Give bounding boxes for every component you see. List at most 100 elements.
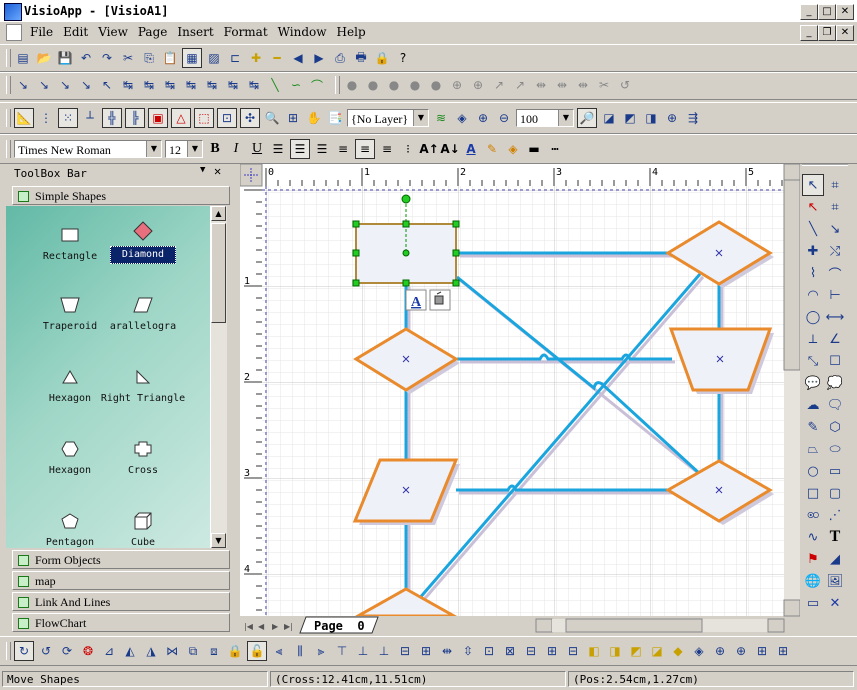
help-icon[interactable]: ? — [394, 49, 412, 67]
resize-handle[interactable] — [452, 249, 460, 257]
line-pattern-icon[interactable]: ┅ — [546, 140, 564, 158]
fill-color-icon[interactable]: ◈ — [504, 140, 522, 158]
trapezoid-tool-icon[interactable]: ⏢ — [802, 438, 824, 460]
layer-combo[interactable]: {No Layer} ▼ — [347, 109, 429, 127]
toolbar-grip[interactable] — [6, 76, 11, 94]
next-page-icon[interactable]: ▶ — [272, 622, 279, 631]
order-3-icon[interactable]: ⊕ — [711, 642, 729, 660]
shape-parallelogram[interactable]: arallelogra — [98, 292, 188, 333]
rotate-handle[interactable] — [401, 194, 411, 204]
prev-page-icon[interactable]: ◀ — [258, 622, 265, 631]
order-5-icon[interactable]: ⊞ — [753, 642, 771, 660]
text-tool-icon[interactable]: T — [824, 526, 846, 548]
align-right-icon[interactable]: ☰ — [313, 140, 331, 158]
connector-3-icon[interactable]: ↘ — [56, 76, 74, 94]
same-size-icon[interactable]: ⊟ — [522, 642, 540, 660]
connect-point-icon[interactable]: ✣ — [240, 108, 260, 128]
zoom-width-icon[interactable]: ◩ — [621, 109, 639, 127]
align-left-icon[interactable]: ☰ — [269, 140, 287, 158]
drawing-canvas[interactable]: 012345 1234 A |◀ ◀ ▶ ▶| Page 0 — [240, 164, 800, 634]
pointer-icon[interactable]: ↖ — [802, 174, 824, 196]
menu-window[interactable]: Window — [278, 25, 327, 39]
measure-icon[interactable]: ⊢ — [824, 284, 846, 306]
delete-icon[interactable]: ✕ — [824, 592, 846, 614]
cloud-icon[interactable]: ☁ — [802, 394, 824, 416]
spiral-icon[interactable]: ꩧ — [802, 504, 824, 526]
new-icon[interactable]: ▤ — [14, 49, 32, 67]
ellipse-tool-icon[interactable]: ◯ — [802, 306, 824, 328]
send-back-icon[interactable]: ◨ — [606, 642, 624, 660]
properties-icon[interactable]: 📑 — [326, 109, 344, 127]
send-backward-icon[interactable]: ◪ — [648, 642, 666, 660]
ruler-toggle-icon[interactable]: ⊞ — [284, 109, 302, 127]
frame-icon[interactable]: ▭ — [802, 592, 824, 614]
shape-diamond[interactable]: Diamond — [98, 218, 188, 264]
align-top-icon[interactable]: ≡ — [334, 140, 352, 158]
vdimension-icon[interactable]: ⟂ — [802, 328, 824, 350]
layers-icon[interactable]: ≋ — [432, 109, 450, 127]
line-style-icon[interactable]: ◢ — [824, 548, 846, 570]
shape-cube[interactable]: Cube — [98, 508, 188, 548]
chevron-down-icon[interactable]: ▼ — [146, 141, 161, 157]
group-2-icon[interactable]: ● — [364, 76, 382, 94]
edit-icon[interactable]: ✎ — [802, 416, 824, 438]
same-height-icon[interactable]: ⊠ — [501, 642, 519, 660]
unlock-shape-icon[interactable]: 🔓 — [247, 641, 267, 661]
guide-icon[interactable]: ┴ — [81, 109, 99, 127]
ungroup-icon[interactable]: ⧈ — [205, 642, 223, 660]
dot-grid-icon[interactable]: ⁙ — [58, 108, 78, 128]
zoom-lens-icon[interactable]: 🔍 — [263, 109, 281, 127]
align-6-icon[interactable]: ⇹ — [553, 76, 571, 94]
dimension-icon[interactable]: ⟷ — [824, 306, 846, 328]
cut-icon[interactable]: ✂ — [119, 49, 137, 67]
category-simple-shapes[interactable]: Simple Shapes — [12, 186, 230, 205]
hand-icon[interactable]: ✋ — [305, 109, 323, 127]
curve-icon[interactable]: ∽ — [287, 76, 305, 94]
resize-handle[interactable] — [352, 249, 360, 257]
bold-button[interactable]: B — [206, 140, 224, 158]
doc-restore-button[interactable]: ❐ — [818, 25, 836, 41]
globe-icon[interactable]: 🌐 — [802, 570, 824, 592]
image-icon[interactable]: 🖼 — [824, 570, 846, 592]
connector-10-icon[interactable]: ↹ — [203, 76, 221, 94]
close-button[interactable]: ✕ — [836, 4, 854, 20]
toolbar-grip[interactable] — [6, 140, 11, 158]
category-link-and-lines[interactable]: Link And Lines — [12, 592, 230, 611]
resize-handle[interactable] — [352, 220, 360, 228]
arc-icon[interactable]: ⌒ — [308, 76, 326, 94]
line-color-icon[interactable]: ✎ — [483, 140, 501, 158]
rect-tool-icon[interactable]: ▭ — [824, 460, 846, 482]
underline-button[interactable]: U — [248, 140, 266, 158]
connector-8-icon[interactable]: ↹ — [161, 76, 179, 94]
zoom-in-icon[interactable]: ⊕ — [474, 109, 492, 127]
scroll-thumb[interactable] — [211, 223, 226, 323]
space-h-icon[interactable]: ⇹ — [438, 642, 456, 660]
align-middle-shape-icon[interactable]: ⊥ — [354, 642, 372, 660]
group-3-icon[interactable]: ● — [385, 76, 403, 94]
connector-12-icon[interactable]: ↹ — [245, 76, 263, 94]
zoom-out-icon[interactable]: ⊖ — [495, 109, 513, 127]
dropdown-icon[interactable]: ▼ — [200, 165, 205, 175]
paste-icon[interactable]: 📋 — [161, 49, 179, 67]
menu-edit[interactable]: Edit — [63, 25, 88, 39]
crop-icon[interactable]: ⌗ — [824, 174, 846, 196]
align-2-icon[interactable]: ⊕ — [469, 76, 487, 94]
shape-cross[interactable]: Cross — [98, 436, 188, 477]
connector-7-icon[interactable]: ↹ — [140, 76, 158, 94]
align-center-shape-icon[interactable]: ⫼ — [291, 642, 309, 660]
undo-icon[interactable]: ↶ — [77, 49, 95, 67]
rotate-left-icon[interactable]: ↺ — [37, 642, 55, 660]
shuffle-icon[interactable]: ⇶ — [684, 109, 702, 127]
align-left-shape-icon[interactable]: ⫷ — [270, 642, 288, 660]
connector-9-icon[interactable]: ↹ — [182, 76, 200, 94]
align-5-icon[interactable]: ⇹ — [532, 76, 550, 94]
bring-forward-icon[interactable]: ◩ — [627, 642, 645, 660]
zoom-combo[interactable]: 100 ▼ — [516, 109, 574, 127]
minimize-button[interactable]: _ — [800, 4, 818, 20]
print-preview-icon[interactable]: 🖶 — [352, 49, 370, 67]
document-icon[interactable] — [6, 24, 22, 41]
order-4-icon[interactable]: ⊕ — [732, 642, 750, 660]
red-rect-icon[interactable]: ▣ — [148, 108, 168, 128]
arrow-tool-icon[interactable]: ↘ — [824, 218, 846, 240]
category-map[interactable]: map — [12, 571, 230, 590]
